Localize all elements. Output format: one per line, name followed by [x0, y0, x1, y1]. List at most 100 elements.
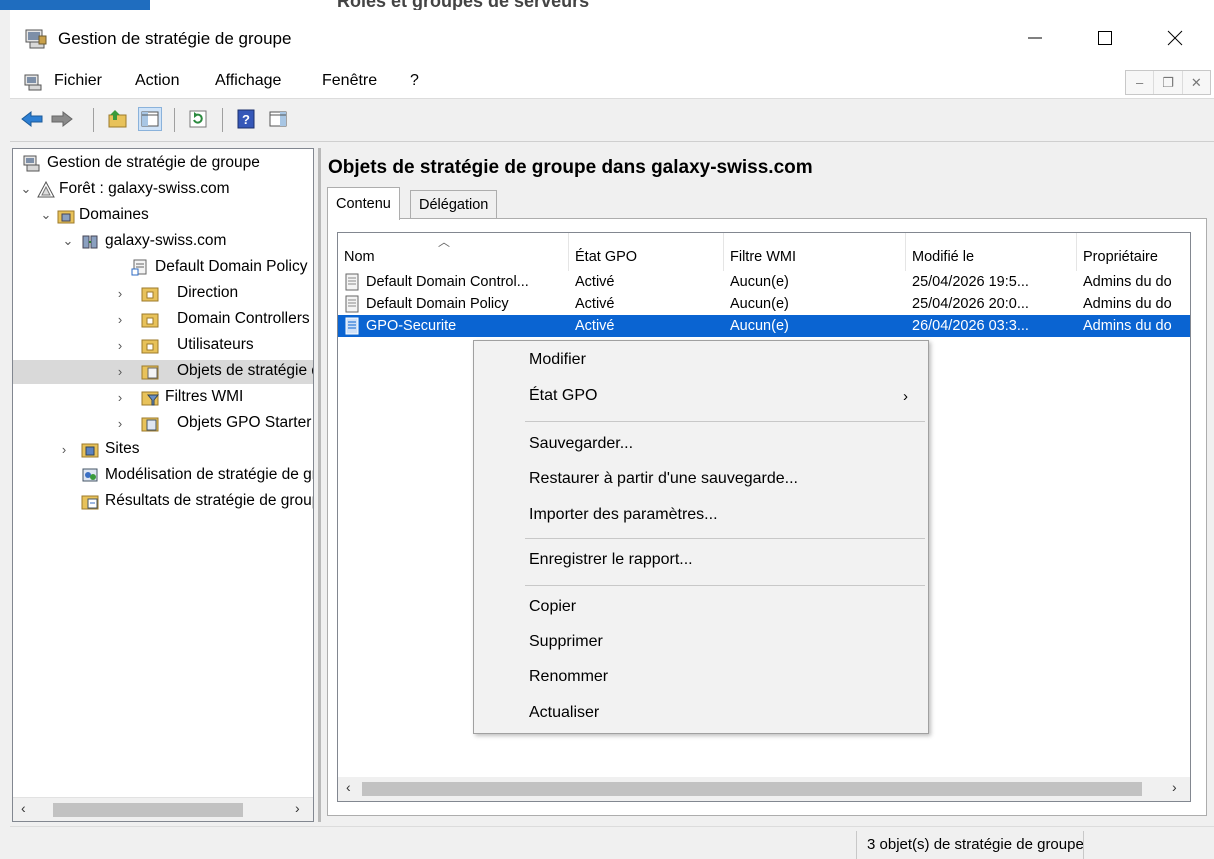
tree-item-domains[interactable]: ⌄ Domaines — [13, 204, 313, 228]
tab-contenu[interactable]: Contenu — [327, 187, 400, 220]
menu-action[interactable]: Action — [135, 72, 179, 90]
scroll-left-icon[interactable]: ‹ — [21, 800, 26, 816]
list-header: Nom ︿ État GPO Filtre WMI Modifié le Pro… — [338, 233, 1190, 271]
tree-item-sites[interactable]: › Sites — [13, 438, 313, 462]
tree-item-gpmc-root[interactable]: Gestion de stratégie de groupe — [13, 152, 313, 176]
tree-item-label: Gestion de stratégie de groupe — [47, 154, 260, 171]
background-window-strip — [0, 0, 1214, 10]
chevron-down-icon[interactable]: ⌄ — [19, 181, 33, 197]
chevron-down-icon[interactable]: ⌄ — [39, 207, 53, 223]
tree-item-label: galaxy-swiss.com — [105, 232, 227, 249]
menu-item-enregistrer-rapport[interactable]: Enregistrer le rapport... — [474, 544, 928, 578]
list-horizontal-scrollbar[interactable]: ‹ › — [338, 777, 1190, 801]
refresh-icon — [189, 110, 207, 128]
chevron-right-icon[interactable]: › — [113, 363, 127, 379]
mdi-close-button[interactable]: ✕ — [1183, 71, 1210, 94]
chevron-right-icon[interactable]: › — [113, 337, 127, 353]
up-folder-button[interactable] — [106, 107, 130, 131]
tree-item-label: Sites — [105, 440, 140, 457]
sites-icon — [81, 441, 99, 458]
menu-fenetre[interactable]: Fenêtre — [322, 72, 377, 90]
tree-item-label: Modélisation de stratégie de groupe — [105, 466, 313, 483]
pane-splitter[interactable] — [318, 148, 321, 822]
menu-item-modifier[interactable]: Modifier — [474, 344, 928, 378]
background-window-accent — [0, 0, 150, 10]
column-header-modifie-le[interactable]: Modifié le — [906, 233, 1077, 271]
mdi-minimize-button[interactable]: – — [1126, 71, 1155, 94]
table-row[interactable]: Default Domain Policy Activé Aucun(e) 25… — [338, 293, 1190, 315]
menu-item-supprimer[interactable]: Supprimer — [474, 626, 928, 660]
tree-item-domain-controllers[interactable]: › Domain Controllers — [13, 308, 313, 332]
toolbar-separator — [93, 108, 94, 132]
column-header-filtre-wmi[interactable]: Filtre WMI — [724, 233, 906, 271]
tree-horizontal-scrollbar[interactable]: ‹ › — [13, 797, 313, 821]
forward-button[interactable] — [50, 107, 74, 131]
chevron-right-icon[interactable]: › — [113, 285, 127, 301]
column-label: État GPO — [575, 249, 638, 265]
menu-separator — [525, 585, 925, 586]
tree-item-domain[interactable]: ⌄ galaxy-swiss.com — [13, 230, 313, 254]
chevron-down-icon[interactable]: ⌄ — [61, 233, 75, 249]
column-header-etat-gpo[interactable]: État GPO — [569, 233, 724, 271]
table-row[interactable]: Default Domain Control... Activé Aucun(e… — [338, 271, 1190, 293]
column-label: Nom — [344, 249, 375, 265]
menu-item-sauvegarder[interactable]: Sauvegarder... — [474, 428, 928, 462]
maximize-button[interactable] — [1070, 14, 1140, 62]
tree-item-modeling[interactable]: Modélisation de stratégie de groupe — [13, 464, 313, 488]
refresh-button[interactable] — [186, 107, 210, 131]
menu-item-restaurer[interactable]: Restaurer à partir d'une sauvegarde... — [474, 463, 928, 497]
minimize-icon — [1028, 37, 1042, 39]
menu-fichier[interactable]: Fichier — [54, 72, 102, 90]
help-button[interactable]: ? — [234, 107, 258, 131]
tree-item-wmi-filters[interactable]: › Filtres WMI — [13, 386, 313, 410]
system-menu-icon[interactable] — [24, 73, 44, 93]
scroll-right-icon[interactable]: › — [1172, 779, 1177, 795]
menu-help[interactable]: ? — [410, 72, 419, 90]
cell-wmi: Aucun(e) — [730, 296, 789, 312]
chevron-right-icon[interactable]: › — [57, 441, 71, 457]
scrollbar-thumb[interactable] — [362, 782, 1142, 796]
title-bar: Gestion de stratégie de groupe — [10, 10, 1214, 68]
chevron-right-icon[interactable]: › — [113, 389, 127, 405]
menu-item-actualiser[interactable]: Actualiser — [474, 697, 928, 731]
tree-item-gpo-container[interactable]: › Objets de stratégie de groupe — [13, 360, 313, 384]
chevron-right-icon[interactable]: › — [113, 415, 127, 431]
tree-item-utilisateurs[interactable]: › Utilisateurs — [13, 334, 313, 358]
minimize-button[interactable] — [1000, 14, 1070, 62]
cell-modified: 26/04/2026 03:3... — [912, 318, 1029, 334]
menu-item-etat-gpo[interactable]: État GPO › — [474, 380, 928, 414]
gpo-icon — [344, 295, 360, 313]
mdi-restore-button[interactable]: ❐ — [1154, 71, 1183, 94]
column-header-nom[interactable]: Nom — [338, 233, 569, 271]
cell-state: Activé — [575, 274, 615, 290]
column-header-proprietaire[interactable]: Propriétaire — [1077, 233, 1190, 271]
back-button[interactable] — [20, 107, 44, 131]
forest-icon — [37, 180, 55, 198]
tree-item-starter-gpo[interactable]: › Objets GPO Starter — [13, 412, 313, 436]
menu-item-copier[interactable]: Copier — [474, 591, 928, 625]
menu-separator — [525, 538, 925, 539]
scroll-left-icon[interactable]: ‹ — [346, 779, 351, 795]
show-hide-tree-button[interactable] — [138, 107, 162, 131]
menu-affichage[interactable]: Affichage — [215, 72, 281, 90]
table-row-selected[interactable]: GPO-Securite Activé Aucun(e) 26/04/2026 … — [338, 315, 1190, 337]
toolbar-separator — [222, 108, 223, 132]
cell-name: Default Domain Control... — [366, 274, 529, 290]
column-label: Filtre WMI — [730, 249, 797, 265]
wmi-folder-icon — [141, 389, 160, 406]
chevron-right-icon[interactable]: › — [113, 311, 127, 327]
menu-item-importer[interactable]: Importer des paramètres... — [474, 499, 928, 533]
console-tree: Gestion de stratégie de groupe ⌄ Forêt :… — [12, 148, 314, 822]
cell-state: Activé — [575, 296, 615, 312]
scroll-right-icon[interactable]: › — [295, 800, 300, 816]
show-action-pane-button[interactable] — [266, 107, 290, 131]
menu-item-label: État GPO — [529, 387, 598, 404]
menu-item-renommer[interactable]: Renommer — [474, 661, 928, 695]
tree-item-results[interactable]: Résultats de stratégie de groupe — [13, 490, 313, 514]
tree-item-direction[interactable]: › Direction — [13, 282, 313, 306]
tab-delegation[interactable]: Délégation — [410, 190, 498, 220]
scrollbar-thumb[interactable] — [53, 803, 243, 817]
close-button[interactable] — [1140, 14, 1210, 62]
tree-item-forest[interactable]: ⌄ Forêt : galaxy-swiss.com — [13, 178, 313, 202]
tree-item-default-domain-policy[interactable]: Default Domain Policy — [13, 256, 313, 280]
